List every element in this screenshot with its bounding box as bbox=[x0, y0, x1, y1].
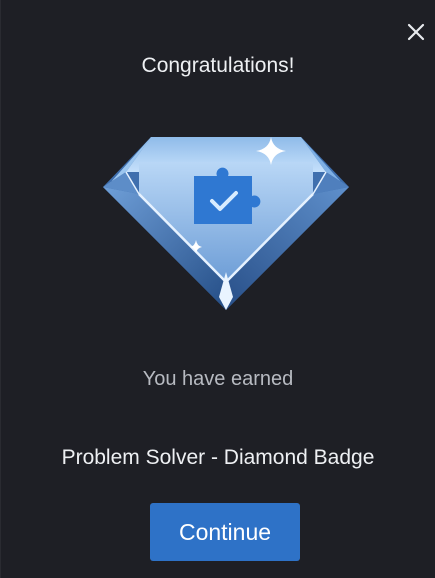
diamond-badge-icon bbox=[103, 137, 349, 310]
continue-button[interactable]: Continue bbox=[150, 503, 300, 561]
close-button[interactable] bbox=[406, 22, 426, 42]
close-icon bbox=[407, 23, 425, 41]
badge-name: Problem Solver - Diamond Badge bbox=[61, 446, 375, 469]
badge-earned-dialog: Congratulations! You have earned Problem… bbox=[0, 0, 435, 578]
dialog-title: Congratulations! bbox=[141, 54, 295, 77]
earned-label: You have earned bbox=[142, 368, 294, 390]
